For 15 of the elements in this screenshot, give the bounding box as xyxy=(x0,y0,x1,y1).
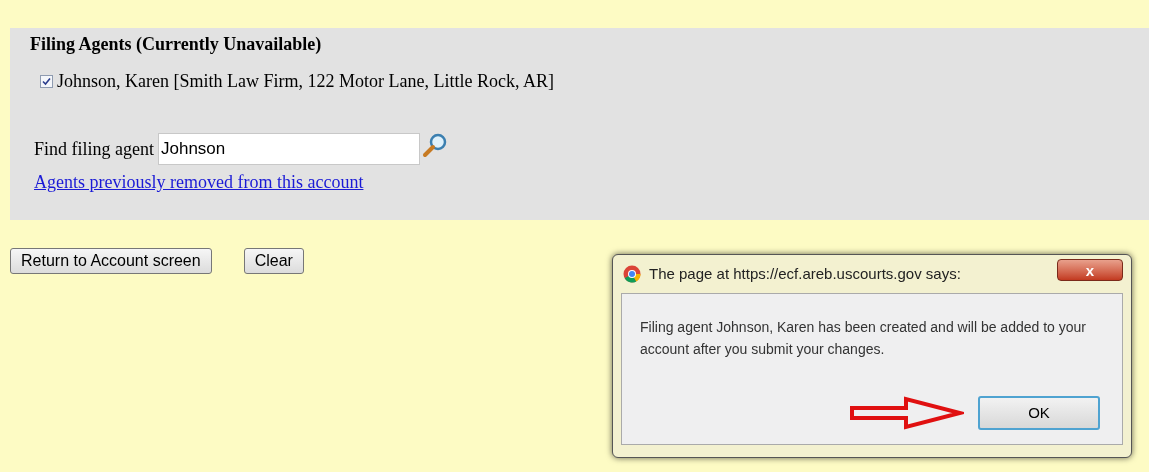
arrow-icon xyxy=(850,396,964,430)
clear-button[interactable]: Clear xyxy=(243,248,304,274)
ok-button[interactable]: OK xyxy=(978,396,1100,430)
dialog-title: The page at https://ecf.areb.uscourts.gov says: xyxy=(649,263,961,284)
agent-label: Johnson, Karen [Smith Law Firm, 122 Motor Lane, Little Rock, AR] xyxy=(57,70,554,93)
return-button[interactable]: Return to Account screen xyxy=(10,248,212,274)
search-icon[interactable] xyxy=(422,132,448,158)
removed-agents-link[interactable]: Agents previously removed from this account xyxy=(34,169,364,196)
checkbox[interactable] xyxy=(40,75,53,88)
browser-logo-icon xyxy=(623,265,641,283)
search-label: Find filing agent xyxy=(34,137,154,161)
dialog-message: Filing agent Johnson, Karen has been created and will be added to your account after you submit your changes. xyxy=(640,318,1087,359)
search-field[interactable]: Johnson xyxy=(158,133,420,165)
close-button[interactable]: x xyxy=(1057,259,1123,281)
section-title: Filing Agents (Currently Unavailable) xyxy=(30,33,323,56)
